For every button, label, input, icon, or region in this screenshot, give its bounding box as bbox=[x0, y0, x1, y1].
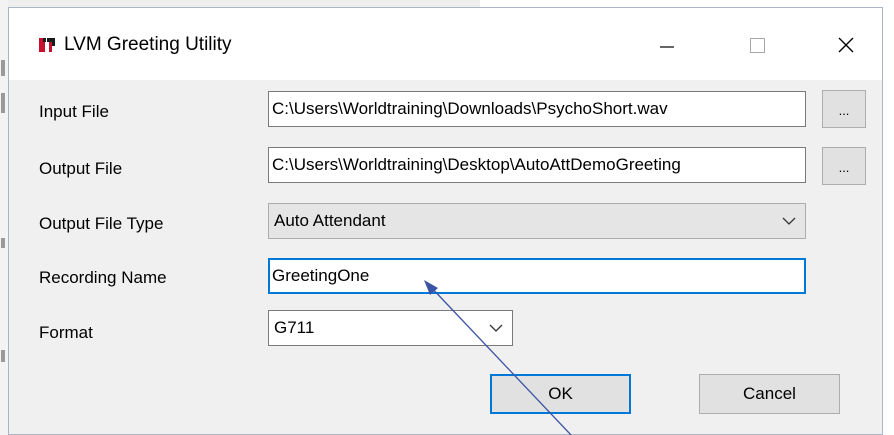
chevron-down-icon bbox=[489, 324, 503, 332]
output-file-type-label: Output File Type bbox=[39, 214, 164, 233]
recording-name-label: Recording Name bbox=[39, 268, 167, 287]
minimize-icon bbox=[660, 46, 674, 48]
minimize-button[interactable] bbox=[644, 26, 690, 64]
background-mark bbox=[1, 60, 5, 76]
lvm-app-icon bbox=[38, 36, 56, 54]
input-file-field[interactable]: C:\Users\Worldtraining\Downloads\PsychoS… bbox=[268, 91, 806, 127]
window-title: LVM Greeting Utility bbox=[64, 34, 232, 55]
screenshot-stage: LVM Greeting Utility Input File C:\Users bbox=[0, 0, 894, 435]
background-mark bbox=[1, 238, 5, 248]
close-button[interactable] bbox=[823, 26, 869, 64]
format-dropdown[interactable]: G711 bbox=[268, 310, 513, 346]
output-file-label: Output File bbox=[39, 159, 123, 178]
dialog-window: LVM Greeting Utility Input File C:\Users bbox=[8, 7, 883, 435]
format-value: G711 bbox=[274, 318, 315, 337]
output-file-type-value: Auto Attendant bbox=[274, 211, 386, 230]
maximize-icon bbox=[750, 38, 765, 53]
background-mark bbox=[1, 93, 5, 113]
background-app-strip bbox=[0, 0, 8, 435]
ok-button[interactable]: OK bbox=[490, 374, 631, 414]
background-mark bbox=[1, 350, 5, 362]
output-file-browse-button[interactable]: ... bbox=[822, 147, 866, 185]
input-file-label: Input File bbox=[39, 102, 109, 121]
recording-name-field[interactable]: GreetingOne bbox=[268, 258, 806, 294]
maximize-button[interactable] bbox=[734, 26, 780, 64]
cancel-button[interactable]: Cancel bbox=[699, 374, 840, 414]
format-label: Format bbox=[39, 323, 93, 342]
output-file-field[interactable]: C:\Users\Worldtraining\Desktop\AutoAttDe… bbox=[268, 147, 806, 183]
close-icon bbox=[838, 37, 854, 53]
chevron-down-icon bbox=[782, 217, 796, 225]
output-file-type-dropdown[interactable]: Auto Attendant bbox=[268, 203, 806, 239]
input-file-browse-button[interactable]: ... bbox=[822, 90, 866, 128]
title-bar: LVM Greeting Utility bbox=[9, 8, 882, 80]
